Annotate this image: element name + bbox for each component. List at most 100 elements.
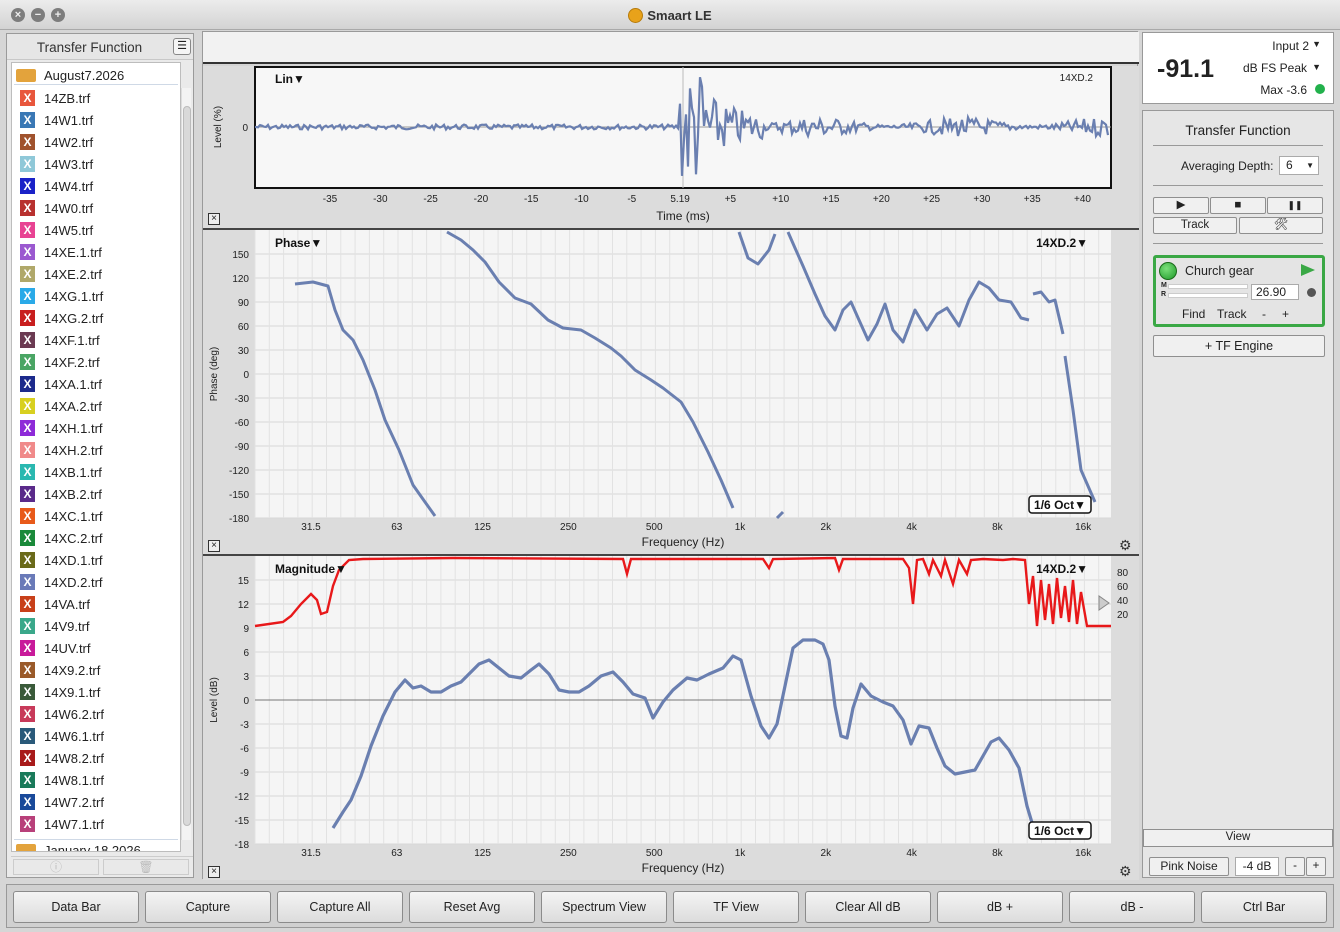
capture-button[interactable]: Capture <box>145 891 271 923</box>
close-icon[interactable]: × <box>208 540 220 552</box>
file-item[interactable]: X 14W5.trf <box>18 219 176 241</box>
phase-smoothing-label[interactable]: 1/6 Oct▼ <box>1034 498 1086 512</box>
file-item[interactable]: X 14XE.2.trf <box>18 263 176 285</box>
magnitude-smoothing-label[interactable]: 1/6 Oct▼ <box>1034 824 1086 838</box>
file-item[interactable]: X 14XA.2.trf <box>18 395 176 417</box>
file-item[interactable]: X 14XC.2.trf <box>18 527 176 549</box>
play-icon[interactable] <box>1301 264 1315 276</box>
file-item[interactable]: X 14ZB.trf <box>18 87 176 109</box>
file-label: 14W6.1.trf <box>44 729 104 744</box>
pink-noise-button[interactable]: Pink Noise <box>1149 857 1229 876</box>
pink-noise-plus-button[interactable]: + <box>1306 857 1326 876</box>
file-item[interactable]: X 14XF.1.trf <box>18 329 176 351</box>
file-item[interactable]: X 14XG.2.trf <box>18 307 176 329</box>
magnitude-title-selector[interactable]: Magnitude▼ <box>275 562 347 576</box>
magnitude-trace-selector[interactable]: 14XD.2▼ <box>1036 562 1088 576</box>
phase-trace-selector[interactable]: 14XD.2▼ <box>1036 236 1088 250</box>
ctrl-bar-button[interactable]: Ctrl Bar <box>1201 891 1327 923</box>
view-button[interactable]: View <box>1143 829 1333 847</box>
record-icon[interactable] <box>1307 288 1316 297</box>
pink-noise-minus-button[interactable]: - <box>1285 857 1305 876</box>
scrollbar-thumb[interactable] <box>183 106 191 826</box>
phase-smoothing-selector[interactable]: 1/6 Oct▼ <box>1028 495 1092 514</box>
impulse-xtick: +5 <box>725 194 737 205</box>
find-button[interactable]: Find <box>1182 307 1205 321</box>
gear-icon[interactable]: ⚙ <box>1119 538 1133 552</box>
pink-noise-level[interactable]: -4 dB <box>1235 857 1279 876</box>
trash-icon[interactable]: 🗑 <box>103 859 189 875</box>
file-item[interactable]: X 14W1.trf <box>18 109 176 131</box>
info-icon[interactable]: ⓘ <box>13 859 99 875</box>
file-item[interactable]: X 14W0.trf <box>18 197 176 219</box>
file-item[interactable]: X 14XD.2.trf <box>18 571 176 593</box>
file-item[interactable]: X 14W3.trf <box>18 153 176 175</box>
delay-minus-button[interactable]: - <box>1262 307 1266 321</box>
coherence-tick: 60 <box>1117 582 1129 593</box>
menu-icon[interactable]: ☰ <box>173 38 191 55</box>
file-item[interactable]: X 14W6.1.trf <box>18 725 176 747</box>
tf-engine-card[interactable]: Church gear M R 26.90 Find Track - + <box>1153 255 1325 327</box>
impulse-scale-selector[interactable]: Lin▼ <box>275 72 305 86</box>
phase-title-selector[interactable]: Phase▼ <box>275 236 322 250</box>
file-item[interactable]: X 14XB.2.trf <box>18 483 176 505</box>
file-item[interactable]: X 14XG.1.trf <box>18 285 176 307</box>
file-item[interactable]: X 14XF.2.trf <box>18 351 176 373</box>
file-item[interactable]: X 14XH.1.trf <box>18 417 176 439</box>
file-list-scrollbar[interactable] <box>181 88 191 840</box>
capture-all-button[interactable]: Capture All <box>277 891 403 923</box>
magnitude-chart[interactable]: Magnitude▼ 14XD.2▼ 1/6 Oct▼ 15129630-3-6… <box>203 556 1139 880</box>
meter-units-selector[interactable]: dB FS Peak <box>1243 61 1307 75</box>
chevron-down-icon[interactable]: ▼ <box>1312 39 1321 49</box>
impulse-chart[interactable]: Lin▼ 14XD.2 0 Level (%) -35 -30 -25 -20 -15-… <box>203 66 1139 228</box>
add-tf-engine-button[interactable]: + TF Engine <box>1153 335 1325 357</box>
tf-view-button[interactable]: TF View <box>673 891 799 923</box>
track-delay-button[interactable]: Track <box>1217 307 1247 321</box>
file-item[interactable]: X 14XA.1.trf <box>18 373 176 395</box>
file-item[interactable]: X 14XH.2.trf <box>18 439 176 461</box>
file-item[interactable]: X 14XD.1.trf <box>18 549 176 571</box>
file-item[interactable]: X 14XB.1.trf <box>18 461 176 483</box>
file-item[interactable]: X 14X9.1.trf <box>18 681 176 703</box>
tools-icon[interactable]: 🛠 <box>1239 217 1323 234</box>
spectrum-view-button[interactable]: Spectrum View <box>541 891 667 923</box>
engine-name[interactable]: Church gear <box>1185 264 1254 278</box>
file-item[interactable]: X 14W7.1.trf <box>18 813 176 835</box>
stop-button[interactable]: ■ <box>1210 197 1266 214</box>
db-minus-button[interactable]: dB - <box>1069 891 1195 923</box>
engine-status-icon[interactable] <box>1159 262 1177 280</box>
magnitude-smoothing-selector[interactable]: 1/6 Oct▼ <box>1028 821 1092 840</box>
file-item[interactable]: X 14XE.1.trf <box>18 241 176 263</box>
delay-plus-button[interactable]: + <box>1282 307 1289 321</box>
file-item[interactable]: X 14W6.2.trf <box>18 703 176 725</box>
file-icon: X <box>20 486 35 502</box>
file-item[interactable]: X 14VA.trf <box>18 593 176 615</box>
meter-input-selector[interactable]: Input 2 <box>1272 39 1309 53</box>
track-button[interactable]: Track <box>1153 217 1237 234</box>
file-item[interactable]: X 14W8.1.trf <box>18 769 176 791</box>
file-item[interactable]: X 14W2.trf <box>18 131 176 153</box>
file-item[interactable]: X 14X9.2.trf <box>18 659 176 681</box>
db-plus-button[interactable]: dB + <box>937 891 1063 923</box>
phase-chart[interactable]: Phase▼ 14XD.2▼ 1/6 Oct▼ 150 120 90 60 30 0 -30… <box>203 230 1139 556</box>
play-button[interactable]: ▶ <box>1153 197 1209 214</box>
file-item[interactable]: X 14XC.1.trf <box>18 505 176 527</box>
averaging-select[interactable]: 6 ▼ <box>1279 156 1319 175</box>
file-item[interactable]: X 14W8.2.trf <box>18 747 176 769</box>
clear-all-db-button[interactable]: Clear All dB <box>805 891 931 923</box>
ytick: -30 <box>235 394 250 405</box>
chevron-down-icon[interactable]: ▼ <box>1312 62 1321 72</box>
folder-item[interactable]: January 18 2026 <box>14 839 178 851</box>
file-item[interactable]: X 14V9.trf <box>18 615 176 637</box>
delay-field[interactable]: 26.90 <box>1251 284 1299 300</box>
file-item[interactable]: X 14W7.2.trf <box>18 791 176 813</box>
folder-item[interactable]: August7.2026 <box>14 65 178 85</box>
close-icon[interactable]: × <box>208 866 220 878</box>
close-icon[interactable]: × <box>208 213 220 225</box>
control-panel: Transfer Function Averaging Depth: 6 ▼ ▶ … <box>1142 110 1334 878</box>
data-bar-button[interactable]: Data Bar <box>13 891 139 923</box>
file-item[interactable]: X 14W4.trf <box>18 175 176 197</box>
file-item[interactable]: X 14UV.trf <box>18 637 176 659</box>
gear-icon[interactable]: ⚙ <box>1119 864 1133 878</box>
pause-button[interactable]: ❚❚ <box>1267 197 1323 214</box>
reset-avg-button[interactable]: Reset Avg <box>409 891 535 923</box>
